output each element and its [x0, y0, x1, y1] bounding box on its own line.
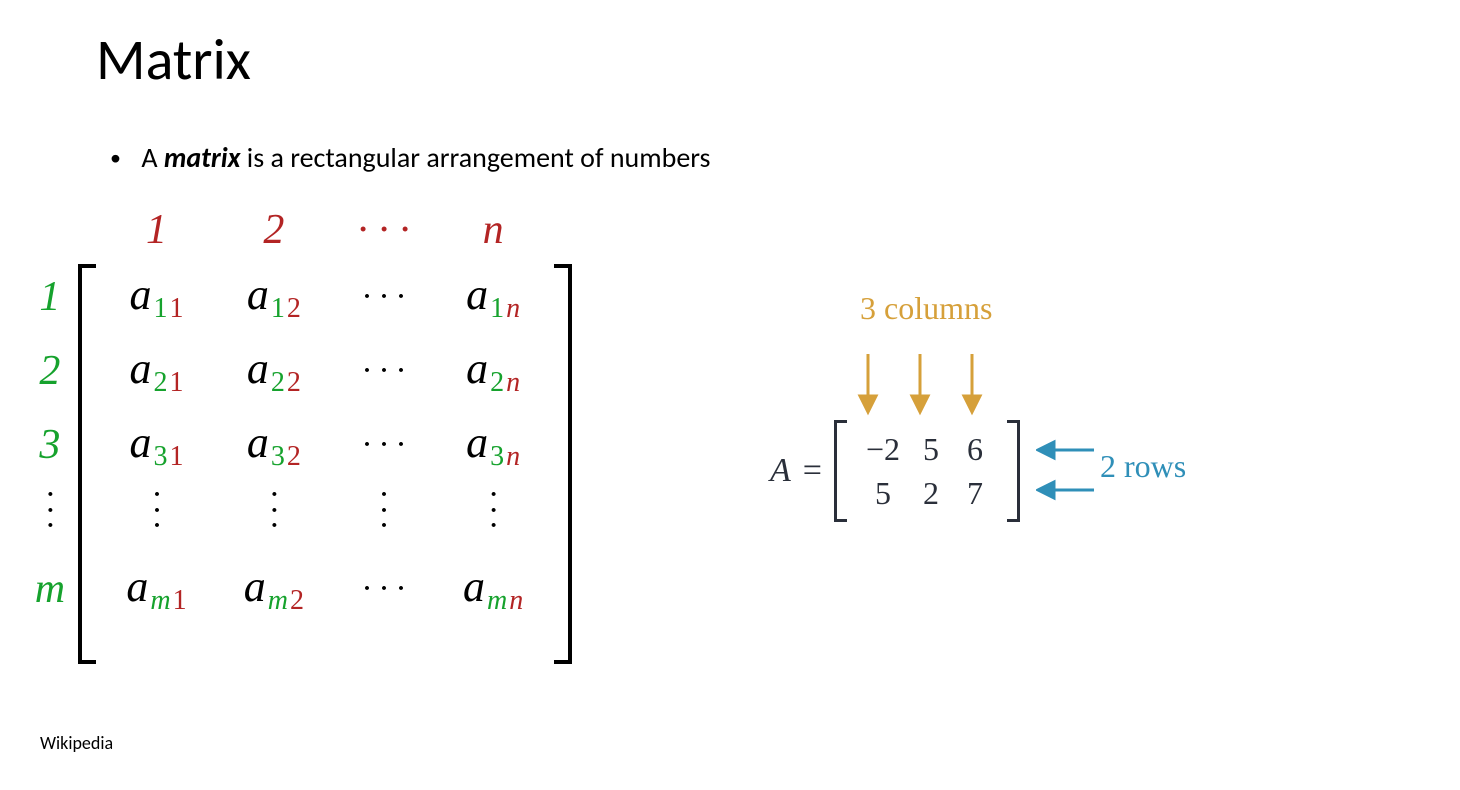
row-dots: ··· ··· ··· ··· ···: [22, 482, 572, 552]
col-header-1: 1: [98, 200, 215, 260]
example-matrix-grid: −2 5 6 5 2 7: [857, 427, 997, 515]
row-m: m am1 am2 · · · amn: [22, 552, 572, 626]
bullet-lead: A: [141, 140, 164, 175]
cell-1-1: 2: [923, 475, 939, 512]
row-3: 3 a31 a32 · · · a3n: [22, 408, 572, 482]
generic-matrix-table: 1 2 · · · n 1 a11 a12 · · · a1n 2: [22, 200, 572, 626]
cell-1-2: 7: [967, 475, 983, 512]
col-header-2: 2: [215, 200, 332, 260]
generic-matrix: 1 2 · · · n 1 a11 a12 · · · a1n 2: [22, 200, 572, 626]
equals-sign: =: [803, 452, 822, 490]
example-matrix-body: A = −2 5 6 5 2 7: [770, 420, 1020, 522]
bullet-keyword: matrix: [164, 140, 241, 175]
cell-0-2: 6: [967, 431, 983, 468]
cell-0-1: 5: [923, 431, 939, 468]
cell-1-0: 5: [875, 475, 891, 512]
right-bracket-icon: [1007, 420, 1020, 522]
left-arrows-icon: [1036, 432, 1100, 512]
row-1: 1 a11 a12 · · · a1n: [22, 260, 572, 334]
row-2: 2 a21 a22 · · · a2n: [22, 334, 572, 408]
matrix-name: A: [770, 452, 791, 490]
row-header-m: m: [22, 552, 78, 626]
rows-label: 2 rows: [1100, 448, 1186, 485]
definition-bullet: A matrix is a rectangular arrangement of…: [110, 140, 711, 175]
citation: Wikipedia: [40, 732, 113, 754]
col-header-dots: · · ·: [333, 200, 435, 260]
col-header-n: n: [434, 200, 551, 260]
down-arrows-icon: [850, 350, 1020, 420]
cell-0-0: −2: [866, 431, 900, 468]
row-header-1: 1: [22, 260, 78, 334]
column-header-row: 1 2 · · · n: [22, 200, 572, 260]
bullet-rest: is a rectangular arrangement of numbers: [240, 140, 710, 175]
left-bracket-icon: [834, 420, 847, 522]
row-header-3: 3: [22, 408, 78, 482]
slide-title: Matrix: [96, 24, 251, 95]
columns-label: 3 columns: [860, 290, 992, 327]
row-header-2: 2: [22, 334, 78, 408]
